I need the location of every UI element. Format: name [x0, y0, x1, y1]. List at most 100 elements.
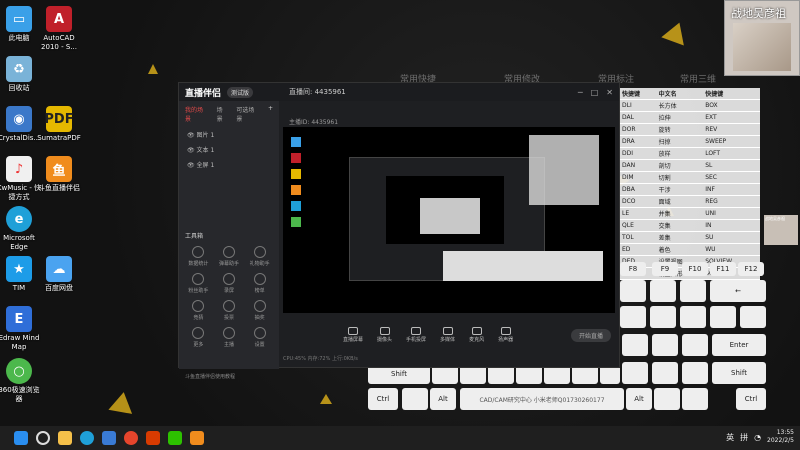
tab-scenes[interactable]: 场景: [217, 105, 229, 123]
ctrl-key-left[interactable]: Ctrl: [368, 388, 398, 410]
source-label: 麦克风: [469, 337, 485, 343]
tool-item[interactable]: 礼物助手: [244, 246, 275, 267]
source-button[interactable]: 多媒体: [440, 327, 455, 343]
keyboard-key[interactable]: [682, 334, 708, 356]
tool-item[interactable]: 录屏: [214, 273, 245, 294]
keyboard-key[interactable]: [652, 362, 678, 384]
keyboard-key[interactable]: [740, 306, 766, 328]
keyboard-key[interactable]: [654, 388, 680, 410]
clock[interactable]: 13:55 2022/2/5: [767, 429, 794, 445]
table-row: ED 着色 WU: [620, 243, 760, 256]
windows-start-icon[interactable]: [14, 431, 28, 445]
table-row: DAL 拉伸 EXT: [620, 111, 760, 124]
key-f10[interactable]: F10: [682, 262, 708, 276]
tab-my-scenes[interactable]: 我的场景: [185, 105, 209, 123]
source-item[interactable]: 👁 全屏 1: [179, 157, 279, 172]
desktop-icon-recycle-bin[interactable]: ♻ 回收站: [0, 56, 42, 93]
keyboard-key[interactable]: [682, 362, 708, 384]
tool-item[interactable]: 数据统计: [183, 246, 214, 267]
desktop-icon-360-browser[interactable]: ○ 360极速浏览器: [0, 358, 42, 404]
store-icon[interactable]: [102, 431, 116, 445]
tool-item[interactable]: 粉丝助手: [183, 273, 214, 294]
keyboard-key[interactable]: [710, 306, 736, 328]
close-icon[interactable]: ✕: [606, 88, 613, 97]
edge-icon[interactable]: [80, 431, 94, 445]
maximize-icon[interactable]: □: [591, 88, 599, 97]
table-cell: REV: [703, 123, 760, 136]
source-button[interactable]: 摄像头: [377, 327, 392, 343]
backspace-key[interactable]: ←: [710, 280, 766, 302]
keyboard-key[interactable]: [652, 334, 678, 356]
keyboard-key[interactable]: [622, 362, 648, 384]
source-icon: [442, 327, 453, 335]
streamer-camera-overlay: 战地吴彦祖: [724, 0, 800, 76]
table-cell: DCO: [620, 195, 657, 208]
douyu-icon[interactable]: [190, 431, 204, 445]
folder-icon[interactable]: [58, 431, 72, 445]
desktop-icon-edge[interactable]: e Microsoft Edge: [0, 206, 42, 252]
desktop-icon-douyu[interactable]: 鱼斗鱼直播伴侣: [36, 156, 82, 193]
tool-item[interactable]: 抽奖: [244, 300, 275, 321]
key-f11[interactable]: F11: [710, 262, 736, 276]
key-f12[interactable]: F12: [738, 262, 764, 276]
source-button[interactable]: 直播屏幕: [343, 327, 363, 343]
tool-item[interactable]: 弹幕助手: [214, 246, 245, 267]
table-row: TOL 差集 SU: [620, 231, 760, 244]
table-cell: SU: [703, 231, 760, 244]
spacebar-key[interactable]: CAD/CAM研究中心 小米老师Q01730260177: [460, 388, 624, 410]
desktop-icon-autocad[interactable]: A AutoCAD 2010 - S...: [36, 6, 82, 52]
table-cell: 放样: [656, 147, 704, 160]
tutorial-link[interactable]: 斗鱼直播伴侣使用教程: [185, 373, 235, 380]
add-scene-icon[interactable]: +: [268, 105, 273, 123]
tool-label: 榜单: [254, 288, 265, 294]
source-button[interactable]: 扬声器: [498, 327, 513, 343]
shift-key-right[interactable]: Shift: [712, 362, 766, 384]
tool-item[interactable]: 竞猜: [183, 300, 214, 321]
tool-item[interactable]: 主播: [214, 327, 245, 348]
tool-icon: [192, 273, 205, 285]
desktop-icon-sumatrapdf[interactable]: PDF SumatraPDF: [36, 106, 82, 143]
desktop-icon-edraw[interactable]: E Edraw Mind Map: [0, 306, 42, 352]
tray-ime[interactable]: 拼: [740, 432, 748, 443]
minimize-icon[interactable]: ─: [578, 88, 583, 97]
keyboard-key[interactable]: [680, 306, 706, 328]
keyboard-key[interactable]: [620, 280, 646, 302]
desktop-icon-baidu-netdisk[interactable]: ☁ 百度网盘: [36, 256, 82, 293]
keyboard-key[interactable]: [680, 280, 706, 302]
tray-lang[interactable]: 英: [726, 432, 734, 443]
keyboard-key[interactable]: [620, 306, 646, 328]
keyboard-key[interactable]: [650, 280, 676, 302]
start-stream-button[interactable]: 开始直播: [570, 329, 611, 342]
taskbar: 英 拼 ◔ 13:55 2022/2/5: [0, 426, 800, 450]
wechat-icon[interactable]: [168, 431, 182, 445]
chrome-icon[interactable]: [124, 431, 138, 445]
tab-optional-scenes[interactable]: 可选场景: [236, 105, 260, 123]
table-cell: DBA: [620, 183, 657, 196]
keyboard-key[interactable]: [650, 306, 676, 328]
key-f9[interactable]: F9: [652, 262, 678, 276]
source-item[interactable]: 👁 图片 1: [179, 127, 279, 142]
pdf-icon: PDF: [44, 106, 74, 132]
source-button[interactable]: 手机投屏: [406, 327, 426, 343]
key-f8[interactable]: F8: [620, 262, 646, 276]
keyboard-key[interactable]: [622, 334, 648, 356]
tool-icon: [222, 300, 235, 312]
streamer-photo: [733, 23, 791, 71]
win-key[interactable]: [402, 388, 428, 410]
office-icon[interactable]: [146, 431, 160, 445]
tool-item[interactable]: 设置: [244, 327, 275, 348]
autocad-icon: A: [46, 6, 72, 32]
tool-item[interactable]: 投票: [214, 300, 245, 321]
alt-key-right[interactable]: Alt: [626, 388, 652, 410]
keyboard-key[interactable]: [682, 388, 708, 410]
alt-key-left[interactable]: Alt: [430, 388, 456, 410]
source-item[interactable]: 👁 文本 1: [179, 142, 279, 157]
wifi-icon[interactable]: ◔: [754, 433, 761, 442]
source-button[interactable]: 麦克风: [469, 327, 484, 343]
ctrl-key-right[interactable]: Ctrl: [736, 388, 766, 410]
tool-icon: [222, 246, 235, 258]
search-icon[interactable]: [36, 431, 50, 445]
enter-key[interactable]: Enter: [712, 334, 766, 356]
tool-item[interactable]: 榜单: [244, 273, 275, 294]
tool-item[interactable]: 更多: [183, 327, 214, 348]
